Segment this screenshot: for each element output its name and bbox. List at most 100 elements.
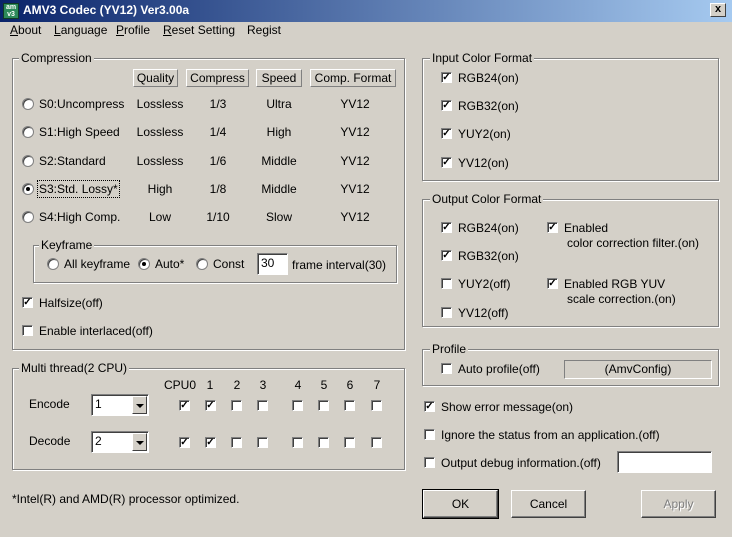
s2-quality: Lossless — [136, 154, 184, 168]
input-yuy2-checkbox[interactable]: ✓ — [441, 128, 452, 139]
output-rgb32-label[interactable]: RGB32(on) — [458, 249, 519, 263]
close-button[interactable]: x — [710, 3, 726, 17]
label-s2[interactable]: S2:Standard — [39, 154, 106, 168]
encode-cpu-0[interactable]: ✓ — [179, 400, 190, 411]
menu-bar: About Language Profile Reset Setting Reg… — [0, 22, 732, 40]
yuv-scale-label-line2[interactable]: scale correction.(on) — [567, 292, 676, 306]
output-rgb24-label[interactable]: RGB24(on) — [458, 221, 519, 235]
input-yv12-checkbox[interactable]: ✓ — [441, 157, 452, 168]
title-bar: am v3 AMV3 Codec (YV12) Ver3.00a x — [0, 0, 732, 22]
output-debug-checkbox[interactable] — [424, 457, 435, 468]
color-filter-label-line2[interactable]: color correction filter.(on) — [567, 236, 699, 250]
decode-cpu-0[interactable]: ✓ — [179, 437, 190, 448]
auto-profile-checkbox[interactable] — [441, 363, 452, 374]
menu-about[interactable]: About — [10, 23, 41, 37]
radio-s2[interactable] — [22, 155, 34, 167]
label-s4[interactable]: S4:High Comp. — [39, 210, 120, 224]
cancel-button[interactable]: Cancel — [511, 490, 586, 518]
input-rgb32-checkbox[interactable]: ✓ — [441, 100, 452, 111]
interval-input[interactable]: 30 — [257, 253, 288, 275]
menu-reset-label: eset Setting — [171, 23, 236, 37]
encode-cpu-7[interactable] — [371, 400, 382, 411]
interval-label: frame interval(30) — [292, 258, 387, 272]
output-rgb24-checkbox[interactable]: ✓ — [441, 222, 452, 233]
decode-cpu-3[interactable] — [257, 437, 268, 448]
decode-cpu-2[interactable] — [231, 437, 242, 448]
encode-cpu-5[interactable] — [318, 400, 329, 411]
encode-cpu-6[interactable] — [344, 400, 355, 411]
radio-s0[interactable] — [22, 98, 34, 110]
decode-cpu-4[interactable] — [292, 437, 303, 448]
decode-cpu-6[interactable] — [344, 437, 355, 448]
encode-cpu-2[interactable] — [231, 400, 242, 411]
encode-cpu-4[interactable] — [292, 400, 303, 411]
ok-button[interactable]: OK — [422, 489, 499, 519]
output-yuy2-checkbox[interactable] — [441, 278, 452, 289]
menu-regist[interactable]: Regist — [247, 23, 281, 37]
radio-s1[interactable] — [22, 126, 34, 138]
s4-speed: Slow — [265, 210, 292, 224]
header-compress: Compress — [186, 69, 249, 87]
yuv-scale-checkbox[interactable]: ✓ — [547, 278, 558, 289]
s1-quality: Lossless — [136, 125, 184, 139]
output-rgb32-checkbox[interactable]: ✓ — [441, 250, 452, 261]
decode-cpu-1[interactable]: ✓ — [205, 437, 216, 448]
yuv-scale-label-line1[interactable]: Enabled RGB YUV — [564, 277, 665, 291]
radio-const[interactable] — [196, 258, 208, 270]
interlaced-label[interactable]: Enable interlaced(off) — [39, 324, 153, 338]
auto-profile-label[interactable]: Auto profile(off) — [458, 362, 540, 376]
input-yuy2-label[interactable]: YUY2(on) — [458, 127, 511, 141]
s1-speed: High — [266, 125, 292, 139]
menu-profile[interactable]: Profile — [116, 23, 150, 37]
output-color-title: Output Color Format — [430, 192, 544, 206]
halfsize-label[interactable]: Halfsize(off) — [39, 296, 103, 310]
output-yuy2-label[interactable]: YUY2(off) — [458, 277, 510, 291]
output-yv12-checkbox[interactable] — [441, 307, 452, 318]
input-rgb32-label[interactable]: RGB32(on) — [458, 99, 519, 113]
cpu-label-0: CPU0 — [163, 378, 196, 392]
encode-cpu-1[interactable]: ✓ — [205, 400, 216, 411]
cpu-label-2: 2 — [233, 378, 241, 392]
output-yv12-label[interactable]: YV12(off) — [458, 306, 508, 320]
decode-thread-select[interactable]: 2 — [91, 431, 149, 453]
menu-reset-setting[interactable]: Reset Setting — [163, 23, 235, 37]
label-s1[interactable]: S1:High Speed — [39, 125, 120, 139]
input-rgb24-label[interactable]: RGB24(on) — [458, 71, 519, 85]
input-rgb24-checkbox[interactable]: ✓ — [441, 72, 452, 83]
color-filter-checkbox[interactable]: ✓ — [547, 222, 558, 233]
radio-s3[interactable] — [22, 183, 34, 195]
s0-quality: Lossless — [136, 97, 184, 111]
label-s0[interactable]: S0:Uncompress — [39, 97, 124, 111]
debug-output-input[interactable] — [617, 451, 712, 473]
radio-auto[interactable] — [138, 258, 150, 270]
show-error-checkbox[interactable]: ✓ — [424, 401, 435, 412]
ignore-status-label[interactable]: Ignore the status from an application.(o… — [441, 428, 660, 442]
chevron-down-icon[interactable] — [132, 396, 147, 414]
label-all-keyframe[interactable]: All keyframe — [64, 257, 130, 271]
show-error-label[interactable]: Show error message(on) — [441, 400, 573, 414]
output-debug-label[interactable]: Output debug information.(off) — [441, 456, 601, 470]
label-const[interactable]: Const — [213, 257, 244, 271]
interlaced-checkbox[interactable] — [22, 325, 33, 336]
input-yv12-label[interactable]: YV12(on) — [458, 156, 509, 170]
apply-button[interactable]: Apply — [641, 490, 716, 518]
label-auto[interactable]: Auto* — [155, 257, 184, 271]
s1-compress: 1/4 — [209, 125, 227, 139]
config-name-display: (AmvConfig) — [564, 360, 712, 379]
decode-label: Decode — [29, 434, 71, 448]
radio-all-keyframe[interactable] — [47, 258, 59, 270]
input-color-title: Input Color Format — [430, 51, 535, 65]
encode-cpu-3[interactable] — [257, 400, 268, 411]
label-s3[interactable]: S3:Std. Lossy* — [37, 180, 120, 198]
menu-language-accel: L — [54, 23, 61, 37]
color-filter-label-line1[interactable]: Enabled — [564, 221, 608, 235]
decode-cpu-5[interactable] — [318, 437, 329, 448]
halfsize-checkbox[interactable]: ✓ — [22, 297, 33, 308]
s1-format: YV12 — [340, 125, 370, 139]
encode-thread-select[interactable]: 1 — [91, 394, 149, 416]
decode-cpu-7[interactable] — [371, 437, 382, 448]
radio-s4[interactable] — [22, 211, 34, 223]
chevron-down-icon[interactable] — [132, 433, 147, 451]
menu-language[interactable]: Language — [54, 23, 107, 37]
ignore-status-checkbox[interactable] — [424, 429, 435, 440]
